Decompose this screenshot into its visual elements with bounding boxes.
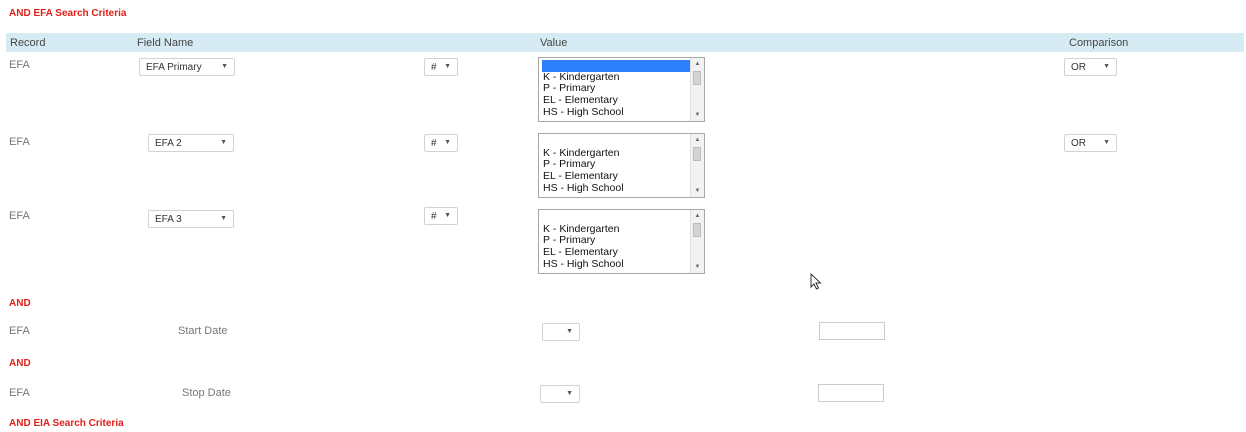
stop-date-label: Stop Date (182, 387, 231, 399)
stop-date-operator-select[interactable]: ▼ (540, 385, 580, 403)
scroll-thumb[interactable] (693, 223, 701, 237)
header-comparison: Comparison (1069, 37, 1129, 49)
chevron-down-icon: ▼ (444, 212, 451, 219)
stop-date-input[interactable] (818, 384, 884, 402)
chevron-down-icon: ▼ (220, 215, 227, 222)
row2-operator-value: # (431, 138, 437, 149)
list-option[interactable]: HS - High School (542, 258, 690, 271)
list-option[interactable] (542, 60, 690, 72)
row1-operator-select[interactable]: # ▼ (424, 58, 458, 76)
and-label: AND (9, 298, 31, 309)
scroll-down-icon[interactable]: ▼ (691, 262, 704, 272)
list-option[interactable]: EL - Elementary (542, 246, 690, 259)
chevron-down-icon: ▼ (444, 63, 451, 70)
row1-comparison-value: OR (1071, 62, 1086, 73)
list-option[interactable] (542, 212, 690, 224)
start-date-operator-select[interactable]: ▼ (542, 323, 580, 341)
stop-date-record: EFA (9, 387, 30, 399)
list-option[interactable]: EL - Elementary (542, 170, 690, 183)
row2-comparison-select[interactable]: OR ▼ (1064, 134, 1117, 152)
start-date-input[interactable] (819, 322, 885, 340)
chevron-down-icon: ▼ (221, 63, 228, 70)
header-field-name: Field Name (137, 37, 194, 49)
scroll-thumb[interactable] (693, 147, 701, 161)
row2-value-listbox[interactable]: K - Kindergarten P - Primary EL - Elemen… (538, 133, 705, 198)
start-date-label: Start Date (178, 325, 228, 337)
list-option[interactable]: EL - Elementary (542, 94, 690, 107)
efa-section-title: AND EFA Search Criteria (9, 8, 127, 19)
row1-comparison-select[interactable]: OR ▼ (1064, 58, 1117, 76)
header-record: Record (10, 37, 46, 49)
and-label: AND (9, 358, 31, 369)
row3-record: EFA (9, 210, 30, 222)
row3-field-value: EFA 3 (155, 214, 182, 225)
list-option[interactable] (542, 136, 690, 148)
scroll-down-icon[interactable]: ▼ (691, 186, 704, 196)
list-option[interactable]: HS - High School (542, 182, 690, 195)
list-option[interactable]: HS - High School (542, 106, 690, 119)
scroll-up-icon[interactable]: ▲ (691, 211, 704, 221)
row1-value-listbox[interactable]: K - Kindergarten P - Primary EL - Elemen… (538, 57, 705, 122)
row2-comparison-value: OR (1071, 138, 1086, 149)
eia-section-title: AND EIA Search Criteria (9, 418, 124, 429)
row1-record: EFA (9, 59, 30, 71)
header-value: Value (540, 37, 568, 49)
listbox-scrollbar[interactable]: ▲ ▼ (690, 134, 704, 197)
row2-field-value: EFA 2 (155, 138, 182, 149)
scroll-thumb[interactable] (693, 71, 701, 85)
scroll-up-icon[interactable]: ▲ (691, 59, 704, 69)
chevron-down-icon: ▼ (1103, 63, 1110, 70)
chevron-down-icon: ▼ (444, 139, 451, 146)
row3-operator-select[interactable]: # ▼ (424, 207, 458, 225)
listbox-scrollbar[interactable]: ▲ ▼ (690, 210, 704, 273)
listbox-scrollbar[interactable]: ▲ ▼ (690, 58, 704, 121)
chevron-down-icon: ▼ (1103, 139, 1110, 146)
row3-operator-value: # (431, 211, 437, 222)
start-date-record: EFA (9, 325, 30, 337)
scroll-up-icon[interactable]: ▲ (691, 135, 704, 145)
row2-operator-select[interactable]: # ▼ (424, 134, 458, 152)
row3-value-listbox[interactable]: K - Kindergarten P - Primary EL - Elemen… (538, 209, 705, 274)
row2-field-select[interactable]: EFA 2 ▼ (148, 134, 234, 152)
chevron-down-icon: ▼ (220, 139, 227, 146)
row2-record: EFA (9, 136, 30, 148)
row1-field-select[interactable]: EFA Primary ▼ (139, 58, 235, 76)
row3-field-select[interactable]: EFA 3 ▼ (148, 210, 234, 228)
row1-operator-value: # (431, 62, 437, 73)
row1-field-value: EFA Primary (146, 62, 202, 73)
scroll-down-icon[interactable]: ▼ (691, 110, 704, 120)
mouse-cursor-icon (810, 273, 822, 290)
chevron-down-icon: ▼ (566, 390, 573, 397)
chevron-down-icon: ▼ (566, 328, 573, 335)
